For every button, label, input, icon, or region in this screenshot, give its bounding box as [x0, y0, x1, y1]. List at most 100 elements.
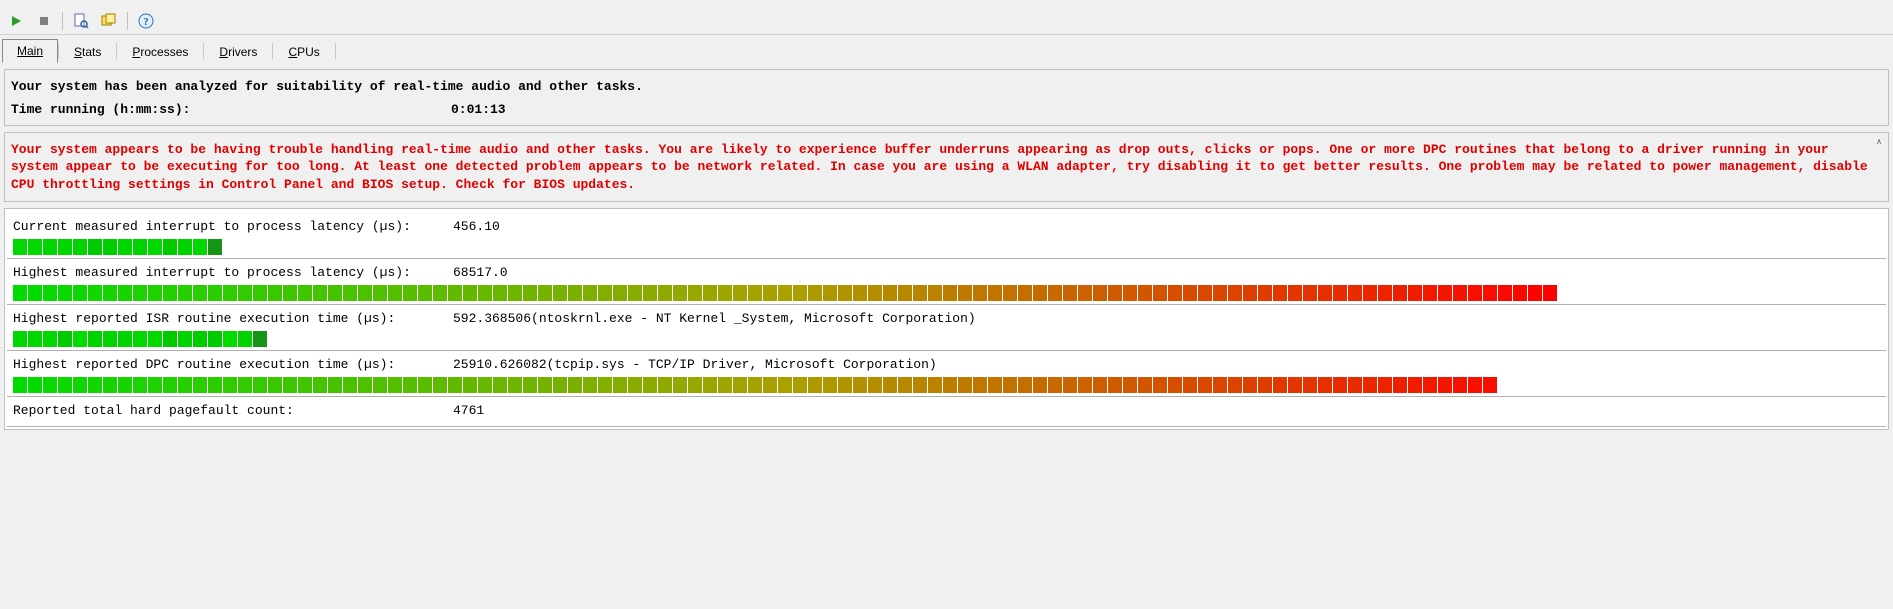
bar-segment: [1498, 285, 1512, 301]
bar-segment: [43, 239, 57, 255]
bar-segment: [238, 285, 252, 301]
bar-segment: [703, 285, 717, 301]
bar-segment: [283, 285, 297, 301]
bar-segment: [133, 377, 147, 393]
bar-segment: [718, 285, 732, 301]
menubar: [0, 0, 1893, 8]
tool-button-1[interactable]: [69, 10, 93, 32]
bar-segment: [58, 239, 72, 255]
tab-main[interactable]: Main: [2, 39, 58, 63]
toolbar-separator: [62, 12, 63, 30]
help-button[interactable]: ?: [134, 10, 158, 32]
bar-segment: [388, 377, 402, 393]
bar-segment: [1138, 285, 1152, 301]
bar-segment: [448, 377, 462, 393]
bar-segment: [613, 285, 627, 301]
bar-segment: [103, 331, 117, 347]
bar-segment: [1408, 377, 1422, 393]
bar-segment: [1108, 285, 1122, 301]
bar-segment: [658, 377, 672, 393]
tab-bar: Main Stats Processes Drivers CPUs: [0, 35, 1893, 63]
metric-dpc: Highest reported DPC routine execution t…: [7, 350, 1886, 394]
bar-segment: [1183, 377, 1197, 393]
stop-button[interactable]: [32, 10, 56, 32]
bar-segment: [778, 377, 792, 393]
bar-segment: [823, 285, 837, 301]
bar-segment: [673, 377, 687, 393]
bar-segment: [1483, 285, 1497, 301]
bar-segment: [763, 377, 777, 393]
svg-text:?: ?: [143, 16, 149, 28]
bar-segment: [28, 377, 42, 393]
bar-segment: [1528, 285, 1542, 301]
bar-segment: [1318, 377, 1332, 393]
bar-segment: [883, 377, 897, 393]
bar-segment: [178, 377, 192, 393]
bar-segment: [1468, 285, 1482, 301]
bar-segment: [958, 285, 972, 301]
bar-segment: [1363, 285, 1377, 301]
bar-segment: [388, 285, 402, 301]
play-button[interactable]: [4, 10, 28, 32]
bar-segment: [1168, 377, 1182, 393]
bar-segment: [283, 377, 297, 393]
bar-segment: [1033, 377, 1047, 393]
bar-segment: [448, 285, 462, 301]
latency-bar: [13, 238, 1880, 256]
bar-segment: [1048, 285, 1062, 301]
bar-segment: [583, 285, 597, 301]
bar-segment: [913, 285, 927, 301]
bar-segment: [1438, 377, 1452, 393]
time-running-label: Time running (h:mm:ss):: [11, 102, 451, 117]
bar-segment: [1198, 285, 1212, 301]
panel-scrollbar[interactable]: ∧: [1872, 135, 1886, 200]
metric-label: Highest measured interrupt to process la…: [13, 265, 453, 280]
bar-segment: [313, 377, 327, 393]
windows-icon: [101, 13, 117, 29]
bar-segment: [1543, 285, 1557, 301]
bar-segment: [1333, 285, 1347, 301]
bar-segment: [1258, 285, 1272, 301]
bar-segment: [58, 285, 72, 301]
bar-segment: [298, 285, 312, 301]
bar-segment: [433, 377, 447, 393]
bar-segment: [358, 285, 372, 301]
bar-segment: [658, 285, 672, 301]
bar-segment: [1048, 377, 1062, 393]
tab-cpus[interactable]: CPUs: [273, 40, 334, 63]
bar-segment: [538, 377, 552, 393]
bar-segment: [253, 377, 267, 393]
bar-segment: [418, 377, 432, 393]
latency-bar: [13, 376, 1880, 394]
latency-bar: [13, 284, 1880, 302]
bar-segment: [28, 331, 42, 347]
bar-segment: [1213, 285, 1227, 301]
bar-segment: [193, 331, 207, 347]
bar-segment: [733, 377, 747, 393]
bar-segment: [313, 285, 327, 301]
bar-segment: [1108, 377, 1122, 393]
bar-segment: [148, 285, 162, 301]
time-running-value: 0:01:13: [451, 102, 506, 117]
bar-segment: [928, 377, 942, 393]
tab-stats[interactable]: Stats: [59, 40, 116, 63]
tool-button-2[interactable]: [97, 10, 121, 32]
bar-segment: [43, 285, 57, 301]
bar-segment: [478, 377, 492, 393]
tab-drivers[interactable]: Drivers: [204, 40, 272, 63]
bar-segment: [1288, 377, 1302, 393]
bar-segment: [1243, 377, 1257, 393]
bar-segment: [913, 377, 927, 393]
bar-segment: [118, 285, 132, 301]
bar-segment: [688, 377, 702, 393]
bar-segment: [688, 285, 702, 301]
metric-value: 456.10: [453, 219, 500, 234]
bar-segment: [73, 285, 87, 301]
bar-segment: [643, 285, 657, 301]
bar-segment: [1063, 377, 1077, 393]
bar-segment: [463, 377, 477, 393]
bar-segment: [163, 377, 177, 393]
bar-segment: [13, 285, 27, 301]
tab-processes[interactable]: Processes: [117, 40, 203, 63]
bar-segment: [1513, 285, 1527, 301]
